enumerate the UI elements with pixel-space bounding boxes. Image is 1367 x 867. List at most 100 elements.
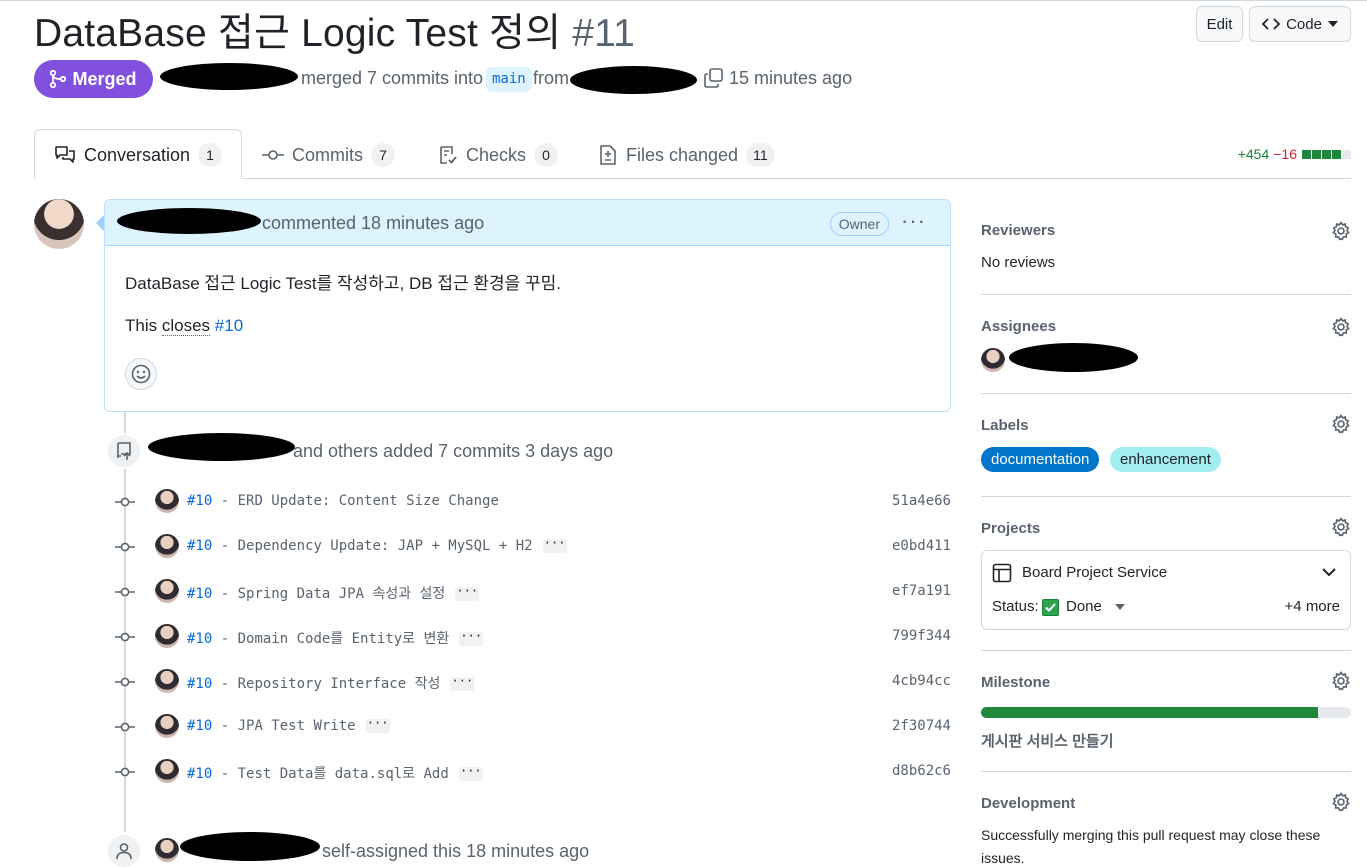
projects-gear-icon[interactable] [1331,517,1351,537]
person-icon [116,843,132,860]
commit-author-avatar[interactable] [155,534,179,558]
comment-header: commented 18 minutes ago Owner ··· [105,200,950,246]
tab-conversation[interactable]: Conversation 1 [54,141,223,169]
assignees-gear-icon[interactable] [1331,317,1351,337]
file-diff-icon [600,145,616,165]
commit-issue-ref[interactable]: #10 [187,538,212,554]
assignee-avatar[interactable] [981,348,1005,372]
author-redaction [160,63,298,90]
commit-icon [115,587,135,597]
commit-message-text[interactable]: - ERD Update: Content Size Change [212,493,499,509]
labels-heading[interactable]: Labels [981,417,1029,434]
pr-title: DataBase 접근 Logic Test 정의 #11 [34,2,635,58]
commit-sha[interactable]: ef7a191 [892,583,951,599]
tab-conversation-label: Conversation [84,144,191,165]
smiley-icon [131,364,151,384]
commit-issue-ref[interactable]: #10 [187,586,212,602]
commit-sha[interactable]: 2f30744 [892,718,951,734]
chevron-down-icon[interactable] [1322,568,1336,577]
commit-author-avatar[interactable] [155,579,179,603]
commit-sha[interactable]: e0bd411 [892,538,951,554]
comment-options-icon[interactable]: ··· [901,208,926,234]
checklist-icon [440,146,457,164]
commit-message[interactable]: #10 - Dependency Update: JAP + MySQL + H… [187,537,567,554]
project-card: Board Project Service Status: Done +4 mo… [981,550,1351,630]
edit-button[interactable]: Edit [1196,6,1243,42]
development-text-cont: issues. [981,850,1025,866]
expand-commit-button[interactable]: ··· [458,765,483,781]
commit-message[interactable]: #10 - Spring Data JPA 속성과 설정 ··· [187,583,480,603]
development-gear-icon[interactable] [1331,792,1351,812]
assign-actor-redaction [180,832,320,861]
author-avatar[interactable] [34,199,84,249]
code-button[interactable]: Code [1249,6,1351,42]
copy-icon[interactable] [704,68,724,88]
project-more-link[interactable]: +4 more [1285,598,1340,615]
commit-sha[interactable]: 51a4e66 [892,493,951,509]
commit-author-avatar[interactable] [155,759,179,783]
comment-closes-line: This closes #10 [125,316,243,336]
commit-issue-ref[interactable]: #10 [187,718,212,734]
commit-issue-ref[interactable]: #10 [187,493,212,509]
commit-icon [115,677,135,687]
project-name[interactable]: Board Project Service [1022,564,1167,581]
reviewers-heading[interactable]: Reviewers [981,222,1055,239]
sidebar-divider [981,650,1351,651]
status-dropdown-icon[interactable] [1115,604,1125,610]
expand-commit-button[interactable]: ··· [450,675,475,691]
labels-gear-icon[interactable] [1331,414,1351,434]
commit-message-text[interactable]: - Repository Interface 작성 [212,676,441,692]
diffstat-deletions: −16 [1273,146,1297,162]
label-enhancement[interactable]: enhancement [1110,447,1221,472]
assign-event-text: self-assigned this 18 minutes ago [322,841,590,861]
expand-commit-button[interactable]: ··· [459,630,484,646]
commit-message[interactable]: #10 - Repository Interface 작성 ··· [187,673,475,693]
commit-message-text[interactable]: - Dependency Update: JAP + MySQL + H2 [212,538,533,554]
commit-sha[interactable]: d8b62c6 [892,763,951,779]
milestone-heading[interactable]: Milestone [981,674,1050,691]
commit-message-text[interactable]: - JPA Test Write [212,718,356,734]
expand-commit-button[interactable]: ··· [542,537,567,553]
milestone-progress-fill [981,707,1318,718]
label-documentation[interactable]: documentation [981,447,1100,472]
commit-message-text[interactable]: - Test Data를 data.sql로 Add [212,766,449,782]
commit-issue-ref[interactable]: #10 [187,766,212,782]
projects-heading[interactable]: Projects [981,520,1040,537]
commit-message-text[interactable]: - Spring Data JPA 속성과 설정 [212,586,446,602]
expand-commit-button[interactable]: ··· [455,585,480,601]
add-reaction-button[interactable] [125,358,157,390]
base-branch-label[interactable]: main [486,67,532,92]
development-heading[interactable]: Development [981,795,1075,812]
commit-sha[interactable]: 799f344 [892,628,951,644]
assignee-name-redaction [1009,343,1138,372]
assignees-heading[interactable]: Assignees [981,318,1056,335]
comment-timestamp[interactable]: commented 18 minutes ago [262,213,484,234]
commit-message[interactable]: #10 - JPA Test Write ··· [187,717,390,734]
sidebar-divider [981,496,1351,497]
commit-author-avatar[interactable] [155,669,179,693]
expand-commit-button[interactable]: ··· [365,717,390,733]
project-status-value[interactable]: Done [1066,598,1102,615]
commit-issue-ref[interactable]: #10 [187,631,212,647]
assignee-event-avatar[interactable] [155,838,179,862]
commit-issue-ref[interactable]: #10 [187,676,212,692]
commit-author-avatar[interactable] [155,624,179,648]
commit-message[interactable]: #10 - Test Data를 data.sql로 Add ··· [187,763,483,783]
milestone-gear-icon[interactable] [1331,671,1351,691]
development-text: Successfully merging this pull request m… [981,827,1321,843]
commit-message[interactable]: #10 - ERD Update: Content Size Change [187,493,499,509]
reviewers-gear-icon[interactable] [1331,221,1351,241]
milestone-name[interactable]: 게시판 서비스 만들기 [981,730,1114,751]
pr-description-comment: commented 18 minutes ago Owner ··· DataB… [104,199,951,412]
tab-conversation-count: 1 [198,143,223,167]
closes-issue-link[interactable]: #10 [215,316,243,335]
commit-author-avatar[interactable] [155,714,179,738]
commit-message[interactable]: #10 - Domain Code를 Entity로 변환 ··· [187,628,484,648]
tab-files-changed[interactable]: Files changed 11 [598,141,775,169]
tab-checks[interactable]: Checks 0 [438,141,559,169]
tab-checks-label: Checks [466,144,527,165]
commit-author-avatar[interactable] [155,489,179,513]
commit-sha[interactable]: 4cb94cc [892,673,951,689]
commit-message-text[interactable]: - Domain Code를 Entity로 변환 [212,631,450,647]
tab-commits[interactable]: Commits 7 [262,141,395,169]
